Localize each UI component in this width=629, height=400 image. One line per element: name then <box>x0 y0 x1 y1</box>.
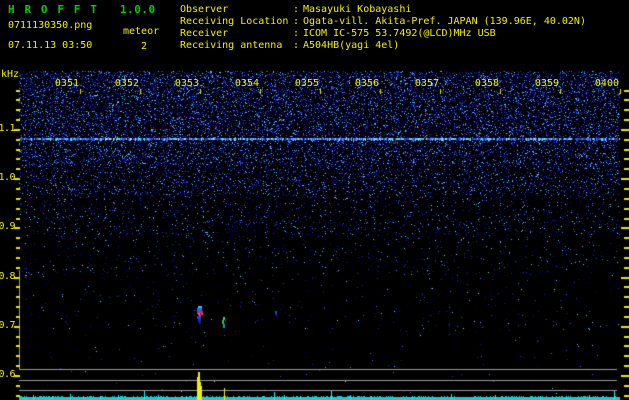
time-axis-label: 0352 <box>114 78 139 89</box>
info-value: A504HB(yagi 4el) <box>303 40 400 51</box>
info-row-receiver: Receiver : ICOM IC-575 53.7492(@LCD)MHz … <box>180 28 586 40</box>
time-axis-label: 0354 <box>234 78 259 89</box>
time-axis-label: 0353 <box>174 78 199 89</box>
info-value: ICOM IC-575 53.7492(@LCD)MHz USB <box>303 28 496 39</box>
capture-datetime: 07.11.13 03:50 <box>8 40 93 51</box>
app-title: H R O F F T <box>8 3 99 16</box>
info-colon: : <box>293 4 300 15</box>
time-axis-label: 0357 <box>414 78 439 89</box>
freq-axis-label: 0.8 <box>0 271 16 282</box>
info-colon: : <box>293 28 300 39</box>
freq-axis-label: 1.0 <box>0 172 16 183</box>
time-axis-label: 0358 <box>474 78 499 89</box>
info-value: Masayuki Kobayashi <box>303 4 412 15</box>
info-colon: : <box>293 16 300 27</box>
info-value: Ogata-vill. Akita-Pref. JAPAN (139.96E, … <box>303 16 586 27</box>
freq-axis-label: 0.6 <box>0 369 16 380</box>
time-axis-label: 0359 <box>534 78 559 89</box>
spectrogram-canvas <box>0 0 629 400</box>
observer-info: Observer : Masayuki Kobayashi Receiving … <box>180 4 586 52</box>
freq-axis-label: 1.1 <box>0 123 16 134</box>
info-row-location: Receiving Location : Ogata-vill. Akita-P… <box>180 16 586 28</box>
info-colon: : <box>293 40 300 51</box>
time-axis-label: 0400 <box>594 78 619 89</box>
time-axis-label: 0355 <box>294 78 319 89</box>
info-label: Receiving Location <box>180 16 289 27</box>
info-label: Receiving antenna <box>180 40 283 51</box>
time-axis-label: 0351 <box>54 78 79 89</box>
output-filename: 0711130350.png <box>8 20 93 31</box>
hrofft-screen: H R O F F T 1.0.0 0711130350.png meteor … <box>0 0 629 400</box>
freq-axis-label: 0.7 <box>0 320 16 331</box>
time-axis-label: 0356 <box>354 78 379 89</box>
info-row-antenna: Receiving antenna : A504HB(yagi 4el) <box>180 40 586 52</box>
freq-unit-label: kHz <box>1 69 20 80</box>
info-label: Receiver <box>180 28 229 39</box>
info-row-observer: Observer : Masayuki Kobayashi <box>180 4 586 16</box>
info-label: Observer <box>180 4 229 15</box>
app-version: 1.0.0 <box>120 3 156 16</box>
freq-axis-label: 0.9 <box>0 221 16 232</box>
meteor-count: 2 <box>141 41 148 52</box>
mode-label: meteor <box>123 26 160 37</box>
